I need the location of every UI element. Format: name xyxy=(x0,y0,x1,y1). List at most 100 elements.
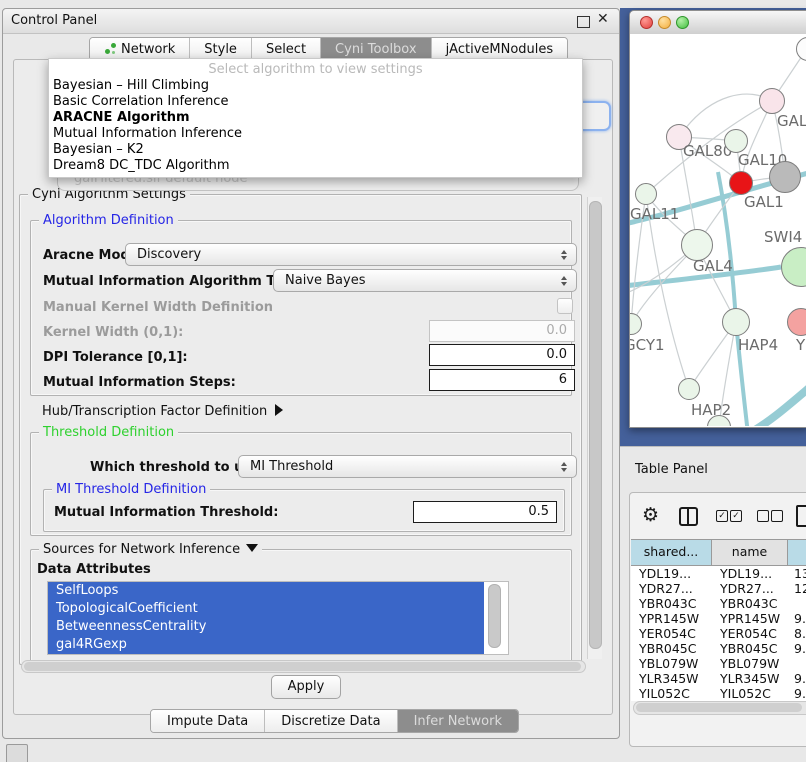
mi-threshold-field[interactable]: 0.5 xyxy=(413,501,557,523)
table-row[interactable]: YBL079WYBL079W xyxy=(631,656,806,671)
algorithm-option[interactable]: Bayesian – K2 xyxy=(49,142,582,158)
column-header[interactable]: shared... xyxy=(631,540,712,565)
table-row[interactable]: YDL19...YDL19...13 xyxy=(631,566,806,581)
cyni-algorithm-settings-group: Cyni Algorithm Settings Algorithm Defini… xyxy=(19,194,582,665)
network-node-hap2[interactable] xyxy=(678,378,700,400)
gear-icon[interactable]: ⚙ xyxy=(642,504,659,526)
table-row[interactable]: YPR145WYPR145W9. xyxy=(631,611,806,626)
data-attribute-item[interactable]: gal4RGexp xyxy=(48,636,484,654)
export-table-icon[interactable] xyxy=(796,505,806,527)
deselect-all-checkbox-icon[interactable] xyxy=(757,510,769,522)
threshold-definition-group: Threshold Definition Which threshold to … xyxy=(30,432,572,536)
table-row[interactable]: YBR043CYBR043C xyxy=(631,596,806,611)
network-node-gal1[interactable] xyxy=(729,171,753,195)
table-cell: YIL052C xyxy=(631,686,712,701)
network-node-swi4[interactable] xyxy=(781,247,806,287)
scrollbar-thumb[interactable] xyxy=(589,201,602,649)
algorithm-dropdown: Select algorithm to view settings Bayesi… xyxy=(48,58,583,178)
zoom-traffic-light-icon[interactable] xyxy=(676,16,689,29)
data-attribute-item[interactable]: TopologicalCoefficient xyxy=(48,600,484,618)
network-node[interactable] xyxy=(769,161,801,193)
network-node[interactable] xyxy=(796,37,806,61)
mi-steps-field[interactable]: 6 xyxy=(429,369,575,391)
stepper-arrows-icon xyxy=(561,250,567,260)
table-panel-title: Table Panel xyxy=(635,462,708,477)
aracne-mode-combo[interactable]: Discovery xyxy=(125,243,577,266)
table-cell: YPR145W xyxy=(712,611,788,626)
node-label: GAL xyxy=(777,112,806,130)
network-canvas[interactable]: GALGAL80GAL10GAL1GAL11SWI4GAL4GCY1HAP4YH… xyxy=(630,34,806,426)
close-icon[interactable]: ✕ xyxy=(597,11,609,27)
table-cell xyxy=(788,596,806,611)
data-attributes-list[interactable]: SelfLoopsTopologicalCoefficientBetweenne… xyxy=(47,581,509,655)
table-row[interactable]: YER054CYER054C8. xyxy=(631,626,806,641)
network-icon xyxy=(104,43,116,55)
select-all-checkbox-icon[interactable]: ✓ xyxy=(730,510,742,522)
kernel-width-field[interactable]: 0.0 xyxy=(429,320,575,342)
network-node-y[interactable] xyxy=(787,308,806,336)
network-node-hap4[interactable] xyxy=(722,308,750,336)
threshold-definition-title: Threshold Definition xyxy=(39,425,178,440)
algorithm-option[interactable]: Dream8 DC_TDC Algorithm xyxy=(49,158,582,174)
minimize-traffic-light-icon[interactable] xyxy=(658,16,671,29)
network-node-gal[interactable] xyxy=(759,88,785,114)
hub-definition-label: Hub/Transcription Factor Definition xyxy=(42,404,267,419)
mi-type-combo[interactable]: Naive Bayes xyxy=(273,269,577,292)
table-row[interactable]: YBR045CYBR045C9. xyxy=(631,641,806,656)
dpi-tolerance-field[interactable]: 0.0 xyxy=(429,344,575,366)
table-row[interactable]: YDR27...YDR27...12 xyxy=(631,581,806,596)
select-all-checkbox-icon[interactable]: ✓ xyxy=(716,510,728,522)
deselect-all-checkbox-icon[interactable] xyxy=(771,510,783,522)
data-attribute-item[interactable]: SelfLoops xyxy=(48,582,484,600)
node-label: GCY1 xyxy=(630,336,665,354)
network-node-gal11[interactable] xyxy=(635,183,657,205)
table-cell: YER054C xyxy=(712,626,788,641)
tab-cyni-toolbox[interactable]: Cyni Toolbox xyxy=(321,38,432,60)
node-label: GAL1 xyxy=(744,193,784,211)
settings-vertical-scrollbar[interactable] xyxy=(587,197,602,659)
settings-horizontal-scrollbar[interactable] xyxy=(21,660,586,673)
hub-definition-toggle[interactable]: Hub/Transcription Factor Definition xyxy=(42,404,283,419)
minimized-panel-icon[interactable] xyxy=(6,744,28,762)
table-row[interactable]: YLR345WYLR345W9. xyxy=(631,671,806,686)
table-horizontal-scrollbar[interactable] xyxy=(633,701,806,715)
table-cell: 9. xyxy=(788,671,806,686)
close-traffic-light-icon[interactable] xyxy=(640,16,653,29)
algorithm-option[interactable]: Basic Correlation Inference xyxy=(49,94,582,110)
manual-kernel-width-checkbox[interactable] xyxy=(557,298,573,314)
float-window-icon[interactable] xyxy=(577,16,590,28)
scrollbar-thumb[interactable] xyxy=(24,662,581,671)
column-header[interactable]: name xyxy=(712,540,788,565)
tab-style[interactable]: Style xyxy=(190,38,252,60)
algorithm-option[interactable]: Bayesian – Hill Climbing xyxy=(49,78,582,94)
sources-title-toggle[interactable]: Sources for Network Inference xyxy=(39,542,262,557)
table-cell: YBR045C xyxy=(631,641,712,656)
algorithm-option[interactable]: ARACNE Algorithm xyxy=(49,110,582,126)
list-scrollbar[interactable] xyxy=(488,584,501,648)
table-row[interactable]: YIL052CYIL052C9. xyxy=(631,686,806,701)
screen: Control Panel ✕ NetworkStyleSelectCyni T… xyxy=(0,0,806,762)
data-attribute-item[interactable]: BetweennessCentrality xyxy=(48,618,484,636)
apply-button[interactable]: Apply xyxy=(271,675,341,699)
stepper-arrows-icon xyxy=(561,462,567,472)
bottom-tab-infer-network[interactable]: Infer Network xyxy=(398,710,518,732)
bottom-tab-discretize-data[interactable]: Discretize Data xyxy=(265,710,397,732)
table-cell: 9. xyxy=(788,611,806,626)
tab-network[interactable]: Network xyxy=(90,38,190,60)
scrollbar-thumb[interactable] xyxy=(636,703,802,712)
tab-select[interactable]: Select xyxy=(252,38,321,60)
table-cell: YBL079W xyxy=(631,656,712,671)
control-panel-titlebar[interactable]: Control Panel ✕ xyxy=(3,9,619,34)
which-threshold-combo[interactable]: MI Threshold xyxy=(238,455,577,478)
columns-icon[interactable] xyxy=(679,507,698,526)
bottom-tab-impute-data[interactable]: Impute Data xyxy=(151,710,265,732)
network-window-titlebar[interactable] xyxy=(630,11,806,35)
column-header[interactable] xyxy=(788,540,806,565)
network-node-gcy1[interactable] xyxy=(630,313,642,335)
sources-group: Sources for Network Inference Data Attri… xyxy=(30,549,572,663)
algorithm-option[interactable]: Mutual Information Inference xyxy=(49,126,582,142)
network-node-gal10[interactable] xyxy=(724,129,748,153)
network-window: GALGAL80GAL10GAL1GAL11SWI4GAL4GCY1HAP4YH… xyxy=(629,10,806,428)
tab-jactivemnodules[interactable]: jActiveMNodules xyxy=(432,38,568,60)
table-cell: 9. xyxy=(788,686,806,701)
